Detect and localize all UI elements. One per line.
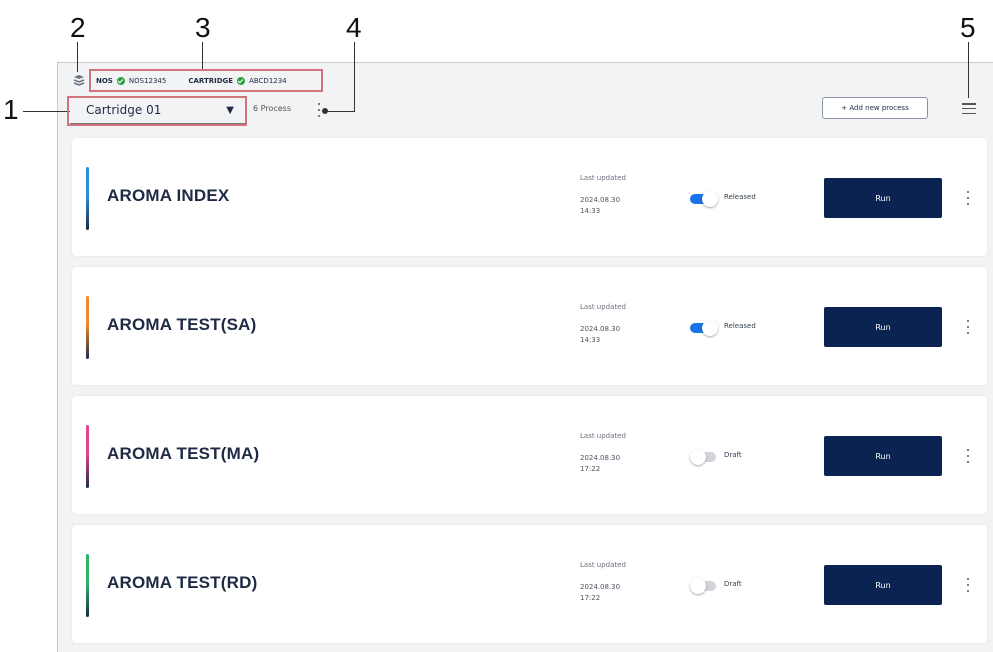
cartridge-label: CARTRIDGE [188, 76, 234, 85]
process-accent-bar [86, 296, 89, 359]
device-icon[interactable] [71, 74, 87, 88]
last-updated-date: 2024.08.30 [580, 196, 621, 204]
run-button[interactable]: Run [824, 565, 942, 605]
callout-5: 5 [960, 12, 976, 43]
run-button[interactable]: Run [824, 307, 942, 347]
check-circle-icon [116, 76, 125, 85]
last-updated-time: 17:22 [580, 465, 601, 473]
callout-4-leader [354, 42, 355, 111]
cartridge-dropdown[interactable]: Cartridge 01 ▼ [70, 97, 246, 124]
run-button[interactable]: Run [824, 178, 942, 218]
release-status: Released [724, 322, 756, 330]
last-updated-date: 2024.08.30 [580, 454, 621, 462]
check-circle-icon [237, 76, 246, 85]
callout-2: 2 [70, 12, 86, 43]
process-accent-bar [86, 425, 89, 488]
callout-5-leader [968, 42, 969, 98]
process-more-icon[interactable] [966, 191, 970, 205]
last-updated-datetime: 2024.08.30 14:33 [580, 324, 620, 346]
process-accent-bar [86, 554, 89, 617]
last-updated-time: 14:33 [580, 207, 601, 215]
caret-down-icon: ▼ [226, 104, 234, 116]
last-updated-time: 14:33 [580, 336, 601, 344]
callout-4-dot [322, 108, 328, 114]
last-updated-datetime: 2024.08.30 17:22 [580, 453, 620, 475]
process-name: AROMA TEST(SA) [107, 315, 257, 334]
callout-1: 1 [3, 94, 19, 125]
release-status: Draft [724, 451, 742, 459]
callout-4: 4 [346, 12, 362, 43]
process-name: AROMA INDEX [107, 186, 230, 205]
process-card[interactable]: AROMA TEST(RD) Last updated 2024.08.30 1… [72, 525, 987, 643]
cartridge-selected-value: Cartridge 01 [86, 103, 162, 117]
process-card[interactable]: AROMA INDEX Last updated 2024.08.30 14:3… [72, 138, 987, 256]
cartridge-value: ABCD1234 [249, 76, 287, 85]
callout-3-leader [202, 42, 203, 69]
nos-label: NOS [96, 76, 113, 85]
add-new-process-button[interactable]: + Add new process [822, 97, 928, 119]
callout-2-leader [77, 42, 78, 72]
callout-4-leader-h [327, 111, 355, 112]
release-status: Released [724, 193, 756, 201]
last-updated-datetime: 2024.08.30 17:22 [580, 582, 620, 604]
last-updated-datetime: 2024.08.30 14:33 [580, 195, 620, 217]
process-accent-bar [86, 167, 89, 230]
release-toggle[interactable] [690, 578, 720, 594]
process-count: 6 Process [253, 104, 291, 113]
release-toggle[interactable] [690, 191, 720, 207]
last-updated-date: 2024.08.30 [580, 325, 621, 333]
process-more-icon[interactable] [966, 578, 970, 592]
process-more-icon[interactable] [966, 449, 970, 463]
callout-1-leader [23, 111, 70, 112]
release-toggle[interactable] [690, 449, 720, 465]
last-updated-label: Last updated [580, 561, 626, 569]
release-status: Draft [724, 580, 742, 588]
last-updated-date: 2024.08.30 [580, 583, 621, 591]
process-more-icon[interactable] [966, 320, 970, 334]
run-button[interactable]: Run [824, 436, 942, 476]
callout-3: 3 [195, 12, 211, 43]
last-updated-label: Last updated [580, 303, 626, 311]
last-updated-label: Last updated [580, 174, 626, 182]
last-updated-time: 17:22 [580, 594, 601, 602]
last-updated-label: Last updated [580, 432, 626, 440]
release-toggle[interactable] [690, 320, 720, 336]
cartridge-more-icon[interactable] [317, 103, 321, 117]
nos-value: NOS12345 [128, 76, 167, 85]
connection-status-bar: NOS NOS12345 CARTRIDGE ABCD1234 [92, 71, 322, 90]
hamburger-menu-icon[interactable] [962, 103, 976, 114]
process-name: AROMA TEST(MA) [107, 444, 260, 463]
process-card[interactable]: AROMA TEST(SA) Last updated 2024.08.30 1… [72, 267, 987, 385]
process-name: AROMA TEST(RD) [107, 573, 258, 592]
process-card[interactable]: AROMA TEST(MA) Last updated 2024.08.30 1… [72, 396, 987, 514]
